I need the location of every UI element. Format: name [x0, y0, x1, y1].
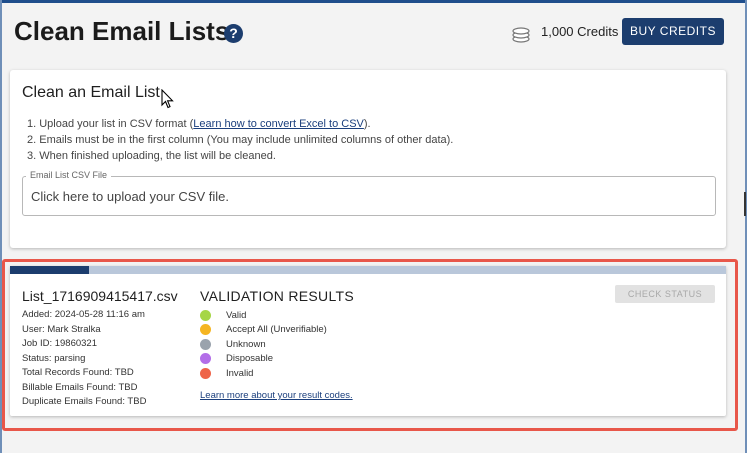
convert-csv-link[interactable]: Learn how to convert Excel to CSV: [193, 118, 364, 130]
step-1-text: 1. Upload your list in CSV format (: [27, 118, 194, 130]
coins-icon: [512, 27, 530, 43]
disposable-dot-icon: [200, 353, 211, 365]
page-header: Clean Email Lists ? 1,000 Credits BUY CR…: [14, 10, 734, 54]
page-title: Clean Email Lists: [14, 16, 230, 46]
step-1-suffix: ).: [363, 118, 371, 130]
step-1: 1. Upload your list in CSV format (Learn…: [27, 116, 453, 132]
validation-legend: Valid Accept All (Unverifiable) Unknown …: [200, 308, 327, 381]
buy-credits-button[interactable]: BUY CREDITS: [622, 18, 724, 45]
legend-label: Disposable: [226, 353, 273, 365]
credits-count: 1,000 Credits: [541, 24, 619, 39]
upload-field-label: Email List CSV File: [26, 170, 112, 180]
upload-card: Clean an Email List 1. Upload your list …: [10, 70, 726, 248]
csv-upload-field[interactable]: Click here to upload your CSV file.: [22, 176, 716, 216]
legend-unknown: Unknown: [200, 337, 327, 352]
job-filename: List_1716909415417.csv: [22, 288, 178, 304]
job-progress-bar: [10, 266, 726, 274]
check-status-button[interactable]: CHECK STATUS: [615, 285, 715, 303]
legend-label: Valid: [226, 309, 247, 321]
help-icon[interactable]: ?: [224, 24, 243, 43]
upload-placeholder: Click here to upload your CSV file.: [31, 189, 229, 204]
scrollbar[interactable]: [744, 192, 746, 216]
job-user: User: Mark Stralka: [22, 323, 101, 335]
step-2: 2. Emails must be in the first column (Y…: [27, 134, 454, 146]
job-status: Status: parsing: [22, 352, 86, 364]
legend-label: Invalid: [226, 367, 254, 379]
validation-results-title: VALIDATION RESULTS: [200, 288, 354, 304]
learn-more-link[interactable]: Learn more about your result codes.: [200, 390, 353, 401]
job-total-records: Total Records Found: TBD: [22, 367, 134, 378]
job-id: Job ID: 19860321: [22, 338, 98, 349]
unknown-dot-icon: [200, 338, 211, 350]
job-card: List_1716909415417.csv Added: 2024-05-28…: [10, 266, 726, 416]
invalid-dot-icon: [200, 367, 211, 379]
job-added: Added: 2024-05-28 11:16 am: [22, 309, 145, 320]
valid-dot-icon: [200, 309, 211, 321]
step-3: 3. When finished uploading, the list wil…: [27, 150, 276, 162]
mouse-cursor-icon: [161, 89, 174, 109]
legend-valid: Valid: [200, 308, 327, 323]
upload-card-title: Clean an Email List: [22, 84, 160, 101]
legend-label: Unknown: [226, 338, 266, 350]
job-duplicates: Duplicate Emails Found: TBD: [22, 396, 147, 407]
job-details: Added: 2024-05-28 11:16 am User: Mark St…: [22, 308, 146, 410]
accept-all-dot-icon: [200, 324, 211, 336]
upload-instructions: 1. Upload your list in CSV format (Learn…: [27, 116, 453, 164]
top-accent-bar: [0, 0, 747, 3]
legend-invalid: Invalid: [200, 366, 327, 381]
job-billable: Billable Emails Found: TBD: [22, 381, 138, 393]
legend-accept-all: Accept All (Unverifiable): [200, 323, 327, 338]
legend-label: Accept All (Unverifiable): [226, 324, 327, 336]
legend-disposable: Disposable: [200, 352, 327, 367]
job-progress-fill: [10, 266, 89, 274]
